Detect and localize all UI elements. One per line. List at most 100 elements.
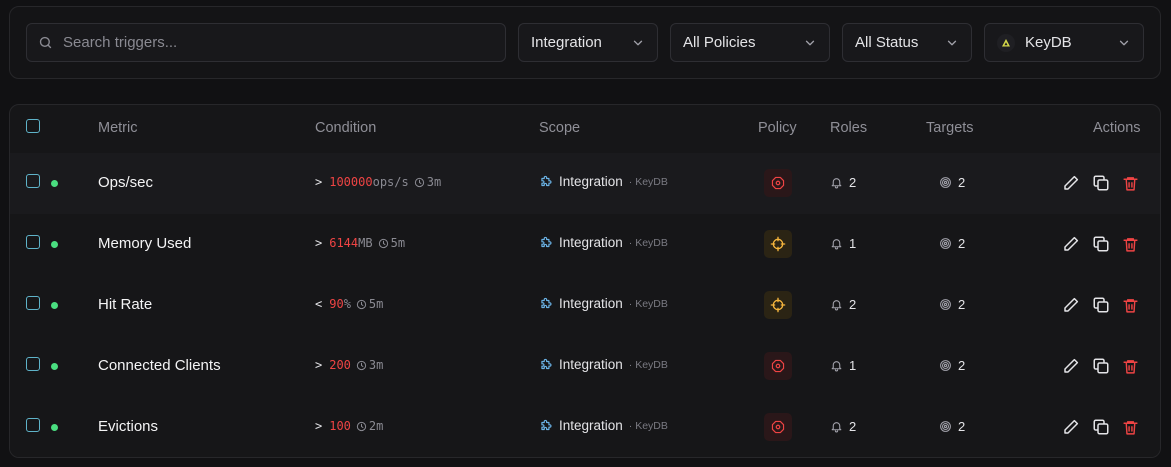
status-dot [51,241,58,248]
row-actions [1062,357,1139,375]
table-row[interactable]: Ops/sec >100000 ops/s 3m Integration · KeyDB 2… [10,153,1160,215]
trash-icon[interactable] [1122,419,1139,436]
policy-badge[interactable] [764,352,792,380]
bell-icon [830,237,843,250]
table-row[interactable]: Evictions >100 2m Integration · KeyDB 2 2 [10,397,1160,457]
table-row[interactable]: Hit Rate <90% 5m Integration · KeyDB 2 2 [10,275,1160,337]
row-checkbox[interactable] [26,174,40,188]
chevron-down-icon [633,40,643,45]
roles-count: 1 [830,358,856,373]
roles-count: 1 [830,236,856,251]
duration-value: 2m [368,419,384,433]
policy-badge[interactable] [764,169,792,197]
octagon-alert-icon [771,359,785,373]
condition-unit: ops/s [372,175,409,189]
targets-count: 2 [939,358,965,373]
trash-icon[interactable] [1122,175,1139,192]
condition-operator: > [315,175,323,189]
roles-value: 2 [849,175,857,190]
policy-badge[interactable] [764,413,792,441]
copy-icon[interactable] [1092,357,1110,375]
puzzle-icon [539,419,553,433]
metric-name[interactable]: Hit Rate [98,296,152,313]
targets-value: 2 [958,419,966,434]
column-header-roles[interactable]: Roles [830,120,867,136]
trash-icon[interactable] [1122,236,1139,253]
condition-duration: 2m [356,419,383,433]
select-all-checkbox[interactable] [26,119,40,133]
status-dot [51,180,58,187]
search-box[interactable] [26,23,506,62]
trash-icon[interactable] [1122,358,1139,375]
clock-icon [378,238,389,249]
pencil-icon[interactable] [1062,418,1080,436]
row-checkbox[interactable] [26,296,40,310]
scope: Integration · KeyDB [539,418,668,433]
copy-icon[interactable] [1092,174,1110,192]
column-header-targets[interactable]: Targets [926,120,974,136]
metric-name[interactable]: Ops/sec [98,174,153,191]
targets-count: 2 [939,419,965,434]
column-header-policy[interactable]: Policy [758,120,797,136]
puzzle-icon [539,358,553,372]
table-header: Metric Condition Scope Policy Roles Targ… [10,105,1160,154]
filter-bar: Integration All Policies All Status KeyD… [9,6,1161,79]
row-actions [1062,296,1139,314]
targets-value: 2 [958,358,966,373]
duration-value: 3m [426,175,442,189]
duration-value: 3m [368,358,384,372]
scope-integration: · KeyDB [628,297,668,310]
scope-label: Integration [559,174,623,189]
status-filter-label: All Status [855,34,919,51]
policy-badge[interactable] [764,291,792,319]
condition-value: 200 [329,358,351,372]
clock-icon [414,177,425,188]
policy-filter-dropdown[interactable]: All Policies [670,23,830,62]
condition-operator: > [315,358,323,372]
bell-icon [830,420,843,433]
roles-count: 2 [830,175,856,190]
column-header-scope[interactable]: Scope [539,120,580,136]
search-input[interactable] [61,33,485,52]
scope-filter-dropdown[interactable]: Integration [518,23,658,62]
row-checkbox[interactable] [26,235,40,249]
column-header-metric[interactable]: Metric [98,120,137,136]
radar-icon [939,420,952,433]
metric-name[interactable]: Evictions [98,418,158,435]
condition-duration: 5m [378,236,405,250]
pencil-icon[interactable] [1062,357,1080,375]
metric-name[interactable]: Memory Used [98,235,191,252]
roles-value: 2 [849,419,857,434]
row-checkbox[interactable] [26,357,40,371]
trash-icon[interactable] [1122,297,1139,314]
copy-icon[interactable] [1092,418,1110,436]
policy-filter-label: All Policies [683,34,756,51]
octagon-alert-icon [771,420,785,434]
row-checkbox[interactable] [26,418,40,432]
status-filter-dropdown[interactable]: All Status [842,23,972,62]
row-actions [1062,174,1139,192]
copy-icon[interactable] [1092,235,1110,253]
scope: Integration · KeyDB [539,296,668,311]
pencil-icon[interactable] [1062,174,1080,192]
scope-integration: · KeyDB [628,419,668,432]
column-header-condition[interactable]: Condition [315,120,376,136]
scope-filter-label: Integration [531,34,602,51]
pencil-icon[interactable] [1062,296,1080,314]
copy-icon[interactable] [1092,296,1110,314]
clock-icon [356,360,367,371]
octagon-alert-icon [771,176,785,190]
roles-value: 2 [849,297,857,312]
roles-count: 2 [830,419,856,434]
status-dot [51,363,58,370]
metric-name[interactable]: Connected Clients [98,357,221,374]
policy-badge[interactable] [764,230,792,258]
table-row[interactable]: Connected Clients >200 3m Integration · KeyD… [10,336,1160,398]
integration-filter-dropdown[interactable]: KeyDB [984,23,1144,62]
table-row[interactable]: Memory Used >6144 MB 5m Integration · KeyDB 1 2 [10,214,1160,276]
scope: Integration · KeyDB [539,357,668,372]
pencil-icon[interactable] [1062,235,1080,253]
condition-value: 100000 [329,175,373,189]
condition-operator: > [315,236,323,250]
status-dot [51,302,58,309]
